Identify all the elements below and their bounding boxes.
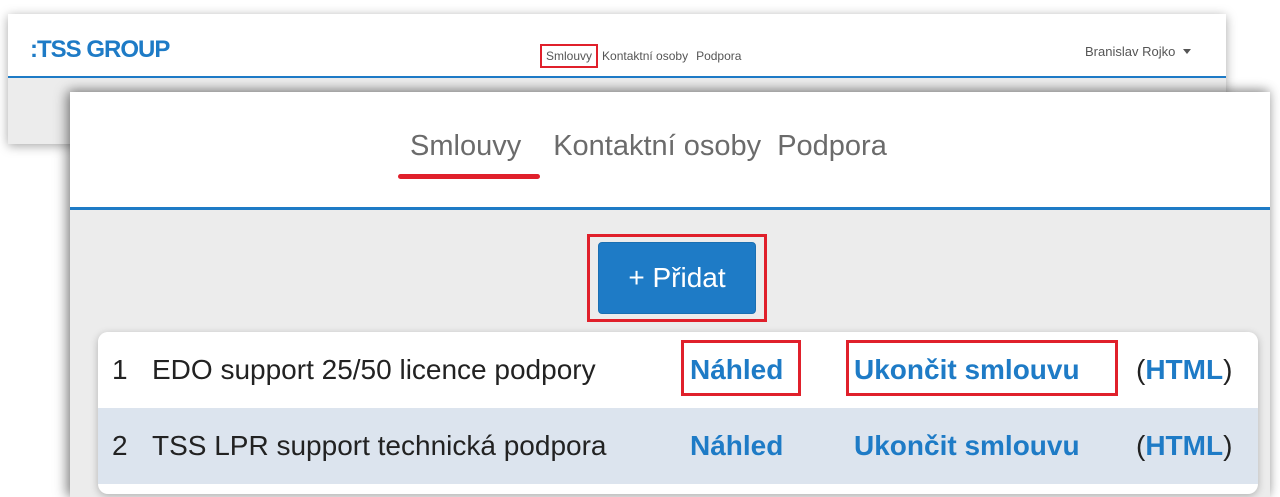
html-export-link[interactable]: HTML — [1145, 354, 1223, 385]
paren-close: ) — [1223, 354, 1233, 385]
zoomed-detail-panel: Smlouvy Kontaktní osoby Podpora + Přidat… — [70, 92, 1270, 497]
contract-number: 2 — [112, 430, 128, 461]
contracts-table: 1 EDO support 25/50 licence podpory Náhl… — [98, 332, 1258, 494]
zoomed-nav-item-smlouvy[interactable]: Smlouvy — [398, 130, 540, 179]
zoomed-nav-item-podpora[interactable]: Podpora — [777, 130, 887, 163]
paren-open: ( — [1136, 430, 1146, 461]
contract-name: TSS LPR support technická podpora — [152, 430, 607, 461]
nav-item-smlouvy[interactable]: Smlouvy — [540, 44, 599, 68]
caret-down-icon — [1183, 49, 1192, 54]
html-export-group: (HTML) — [1136, 430, 1232, 462]
preview-link[interactable]: Náhled — [690, 430, 783, 462]
paren-open: ( — [1136, 354, 1146, 385]
zoomed-navbar: Smlouvy Kontaktní osoby Podpora — [70, 92, 1270, 210]
html-export-group: (HTML) — [1136, 354, 1232, 386]
zoomed-nav-item-kontaktni-osoby[interactable]: Kontaktní osoby — [553, 130, 761, 163]
top-navbar: :TSS GROUP Smlouvy Kontaktní osoby Podpo… — [8, 14, 1226, 78]
terminate-contract-link[interactable]: Ukončit smlouvu — [854, 430, 1080, 462]
paren-close: ) — [1223, 430, 1233, 461]
zoomed-nav-label-smlouvy: Smlouvy — [410, 130, 522, 162]
add-contract-button[interactable]: + Přidat — [598, 242, 756, 314]
user-name: Branislav Rojko — [1085, 44, 1176, 59]
active-tab-underline — [398, 174, 540, 179]
tss-group-logo[interactable]: :TSS GROUP — [30, 38, 170, 62]
contract-number: 1 — [112, 354, 128, 385]
main-nav: Smlouvy Kontaktní osoby Podpora — [540, 44, 749, 68]
nav-item-kontaktni-osoby[interactable]: Kontaktní osoby — [602, 49, 688, 63]
table-row: 2 TSS LPR support technická podpora Náhl… — [98, 408, 1258, 484]
table-row: 1 EDO support 25/50 licence podpory Náhl… — [98, 332, 1258, 408]
contract-name: EDO support 25/50 licence podpory — [152, 354, 596, 385]
html-export-link[interactable]: HTML — [1145, 430, 1223, 461]
preview-link[interactable]: Náhled — [690, 354, 783, 386]
zoomed-main-nav: Smlouvy Kontaktní osoby Podpora — [398, 130, 903, 179]
nav-item-podpora[interactable]: Podpora — [696, 49, 741, 63]
terminate-contract-link[interactable]: Ukončit smlouvu — [854, 354, 1080, 386]
user-menu[interactable]: Branislav Rojko — [1085, 44, 1192, 59]
